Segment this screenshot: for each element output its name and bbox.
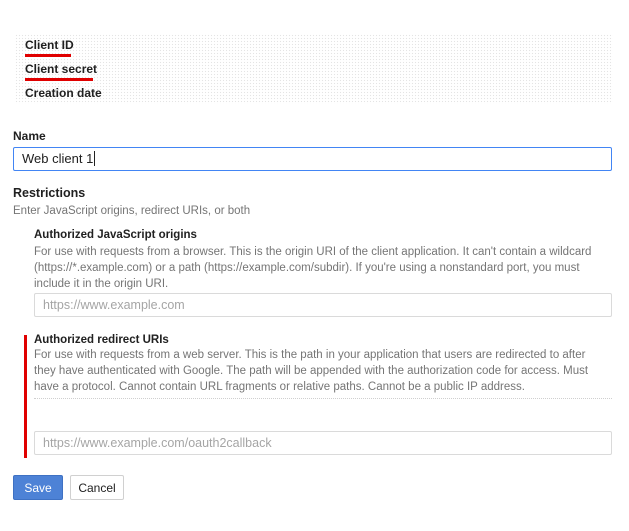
restrictions-title: Restrictions — [13, 186, 86, 200]
js-origins-input[interactable] — [34, 293, 612, 317]
name-input-value: Web client 1 — [22, 151, 94, 166]
client-secret-row: Client secret — [25, 62, 98, 81]
text-caret — [94, 151, 96, 166]
client-id-red-underline — [25, 54, 71, 57]
client-info-panel: Client ID Client secret Creation date — [15, 34, 613, 104]
redirect-uris-input[interactable] — [34, 431, 612, 455]
client-secret-label: Client secret — [25, 62, 98, 76]
redirect-uris-title: Authorized redirect URIs — [34, 334, 169, 346]
restrictions-subtitle: Enter JavaScript origins, redirect URIs,… — [13, 205, 251, 217]
client-secret-red-underline — [25, 78, 93, 81]
client-id-row: Client ID — [25, 38, 74, 57]
creation-date-row: Creation date — [25, 86, 102, 100]
cancel-button[interactable]: Cancel — [70, 475, 124, 500]
redirect-uris-help: For use with requests from a web server.… — [34, 349, 589, 393]
save-button[interactable]: Save — [13, 475, 63, 500]
js-origins-help: For use with requests from a browser. Th… — [34, 246, 592, 290]
name-label: Name — [13, 129, 46, 143]
redirect-uris-red-bar — [24, 335, 27, 458]
js-origins-title: Authorized JavaScript origins — [34, 229, 197, 241]
creation-date-label: Creation date — [25, 86, 102, 100]
name-input[interactable]: Web client 1 — [13, 147, 612, 171]
client-id-label: Client ID — [25, 38, 74, 52]
redirect-uris-divider — [34, 398, 612, 399]
